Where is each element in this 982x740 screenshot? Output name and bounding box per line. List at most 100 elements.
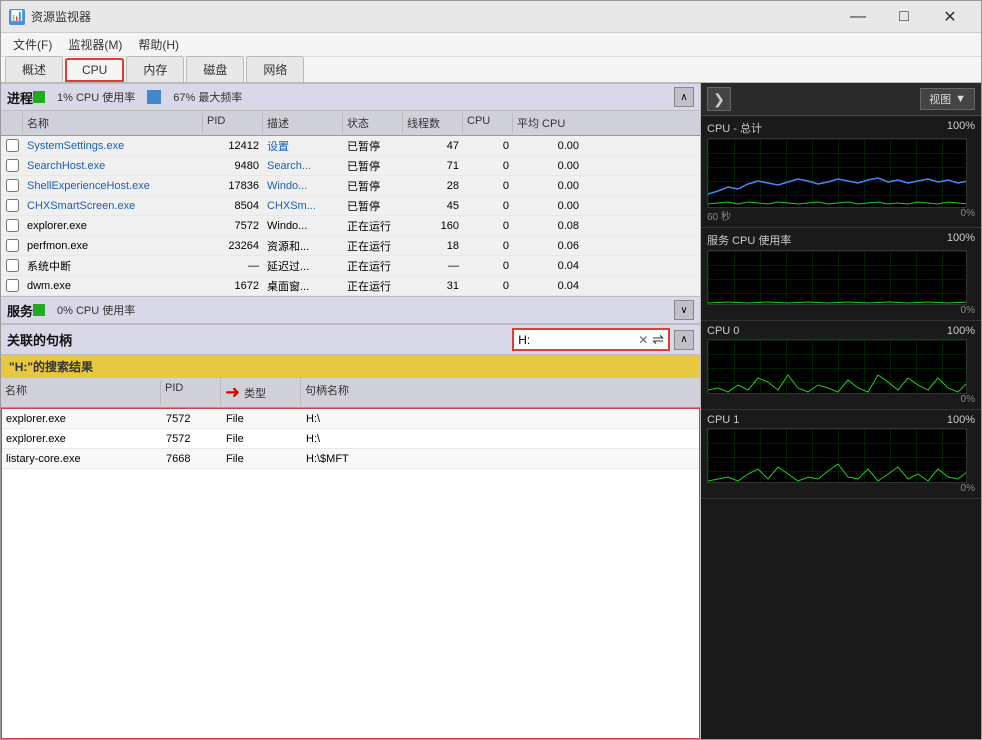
service-cpu-label: 服务 CPU 使用率 100% [707, 232, 975, 248]
handle-type: File [222, 432, 302, 446]
menu-file[interactable]: 文件(F) [5, 34, 60, 55]
process-state: 正在运行 [343, 257, 403, 275]
handle-type: File [222, 412, 302, 426]
process-threads: 31 [403, 279, 463, 293]
process-name[interactable]: dwm.exe [23, 279, 203, 293]
process-name[interactable]: perfmon.exe [23, 239, 203, 253]
process-pid: 12412 [203, 139, 263, 153]
process-name[interactable]: SystemSettings.exe [23, 139, 203, 153]
col-avg-cpu[interactable]: 平均 CPU [513, 113, 583, 133]
search-clear-button[interactable]: ✕ [638, 333, 648, 347]
process-desc[interactable]: CHXSm... [263, 199, 343, 213]
handles-expand-button[interactable]: ∧ [674, 330, 694, 350]
process-avg-cpu: 0.04 [513, 259, 583, 273]
handle-type: File [222, 452, 302, 466]
handle-pid: 7572 [162, 412, 222, 426]
process-name[interactable]: SearchHost.exe [23, 159, 203, 173]
process-avg-cpu: 0.08 [513, 219, 583, 233]
handles-table-header-row: 名称 PID ➜ 类型 句柄名称 [1, 378, 700, 408]
title-bar: 📊 资源监视器 — □ ✕ [1, 1, 981, 33]
main-content: 进程 1% CPU 使用率 67% 最大频率 ∧ 名称 PID 描述 状态 线程… [1, 83, 981, 739]
process-pid: 23264 [203, 239, 263, 253]
process-expand-button[interactable]: ∧ [674, 87, 694, 107]
col-h-name[interactable]: 名称 [1, 380, 161, 405]
col-name[interactable]: 名称 [23, 113, 203, 133]
process-desc[interactable]: Search... [263, 159, 343, 173]
col-cpu[interactable]: CPU [463, 113, 513, 133]
tab-memory[interactable]: 内存 [126, 56, 184, 82]
col-pid[interactable]: PID [203, 113, 263, 133]
right-panel-header: ❯ 视图 ▼ [701, 83, 981, 116]
handles-header: 关联的句柄 ✕ ⇌ ∧ [1, 324, 700, 355]
row-checkbox[interactable] [6, 279, 19, 292]
process-name[interactable]: explorer.exe [23, 219, 203, 233]
maximize-button[interactable]: □ [881, 1, 927, 33]
cpu-total-title: CPU - 总计 [707, 120, 762, 136]
tab-network[interactable]: 网络 [246, 56, 304, 82]
cpu0-title: CPU 0 [707, 325, 739, 337]
search-go-button[interactable]: ⇌ [652, 331, 664, 348]
col-h-pid[interactable]: PID [161, 380, 221, 405]
process-name[interactable]: CHXSmartScreen.exe [23, 199, 203, 213]
process-cpu-status: 1% CPU 使用率 [57, 89, 135, 105]
cpu1-label: CPU 1 100% [707, 414, 975, 426]
col-threads[interactable]: 线程数 [403, 113, 463, 133]
handles-table-body: explorer.exe 7572 File H:\ explorer.exe … [1, 408, 700, 739]
process-cpu: 0 [463, 219, 513, 233]
process-pid: — [203, 259, 263, 273]
process-name[interactable]: 系统中断 [23, 257, 203, 275]
process-cpu: 0 [463, 199, 513, 213]
cpu-total-section: CPU - 总计 100% 60 秒 0% [701, 116, 981, 228]
app-icon: 📊 [9, 9, 25, 25]
menu-monitor[interactable]: 监视器(M) [60, 34, 130, 55]
close-button[interactable]: ✕ [927, 1, 973, 33]
col-h-handle[interactable]: 句柄名称 [301, 380, 501, 405]
col-state[interactable]: 状态 [343, 113, 403, 133]
minimize-button[interactable]: — [835, 1, 881, 33]
row-checkbox[interactable] [6, 219, 19, 232]
row-checkbox[interactable] [6, 159, 19, 172]
cpu0-section: CPU 0 100% 0% [701, 321, 981, 410]
services-expand-button[interactable]: ∨ [674, 300, 694, 320]
process-desc: Windo... [263, 219, 343, 233]
menu-help[interactable]: 帮助(H) [130, 34, 187, 55]
tab-cpu[interactable]: CPU [65, 58, 124, 82]
row-checkbox[interactable] [6, 259, 19, 272]
cpu0-label: CPU 0 100% [707, 325, 975, 337]
cpu1-percent: 100% [947, 414, 975, 426]
row-checkbox[interactable] [6, 179, 19, 192]
process-desc[interactable]: Windo... [263, 179, 343, 193]
service-cpu-chart [708, 251, 967, 305]
process-state: 正在运行 [343, 217, 403, 235]
tab-overview[interactable]: 概述 [5, 56, 63, 82]
col-h-type[interactable]: ➜ 类型 [221, 380, 301, 405]
process-threads: 28 [403, 179, 463, 193]
handles-search-box: ✕ ⇌ [512, 328, 670, 351]
row-checkbox[interactable] [6, 139, 19, 152]
view-button[interactable]: 视图 ▼ [920, 88, 975, 110]
process-name[interactable]: ShellExperienceHost.exe [23, 179, 203, 193]
handle-pid: 7572 [162, 432, 222, 446]
col-desc[interactable]: 描述 [263, 113, 343, 133]
row-checkbox[interactable] [6, 239, 19, 252]
handles-search-input[interactable] [518, 333, 638, 347]
nav-arrow-button[interactable]: ❯ [707, 87, 731, 111]
cpu0-zero-label: 0% [707, 394, 975, 405]
process-avg-cpu: 0.00 [513, 139, 583, 153]
handle-name: explorer.exe [2, 432, 162, 446]
process-state: 已暂停 [343, 137, 403, 155]
cpu1-0pct: 0% [961, 483, 975, 494]
handle-pid: 7668 [162, 452, 222, 466]
process-desc[interactable]: 设置 [263, 137, 343, 155]
services-cpu-status: 0% CPU 使用率 [57, 302, 135, 318]
process-threads: 71 [403, 159, 463, 173]
process-desc: 延迟过... [263, 257, 343, 275]
row-checkbox[interactable] [6, 199, 19, 212]
cpu1-section: CPU 1 100% 0% [701, 410, 981, 499]
table-row: SystemSettings.exe 12412 设置 已暂停 47 0 0.0… [1, 136, 700, 156]
tab-disk[interactable]: 磁盘 [186, 56, 244, 82]
cpu0-0pct: 0% [961, 394, 975, 405]
tab-bar: 概述 CPU 内存 磁盘 网络 [1, 57, 981, 83]
table-row: SearchHost.exe 9480 Search... 已暂停 71 0 0… [1, 156, 700, 176]
menu-bar: 文件(F) 监视器(M) 帮助(H) [1, 33, 981, 57]
